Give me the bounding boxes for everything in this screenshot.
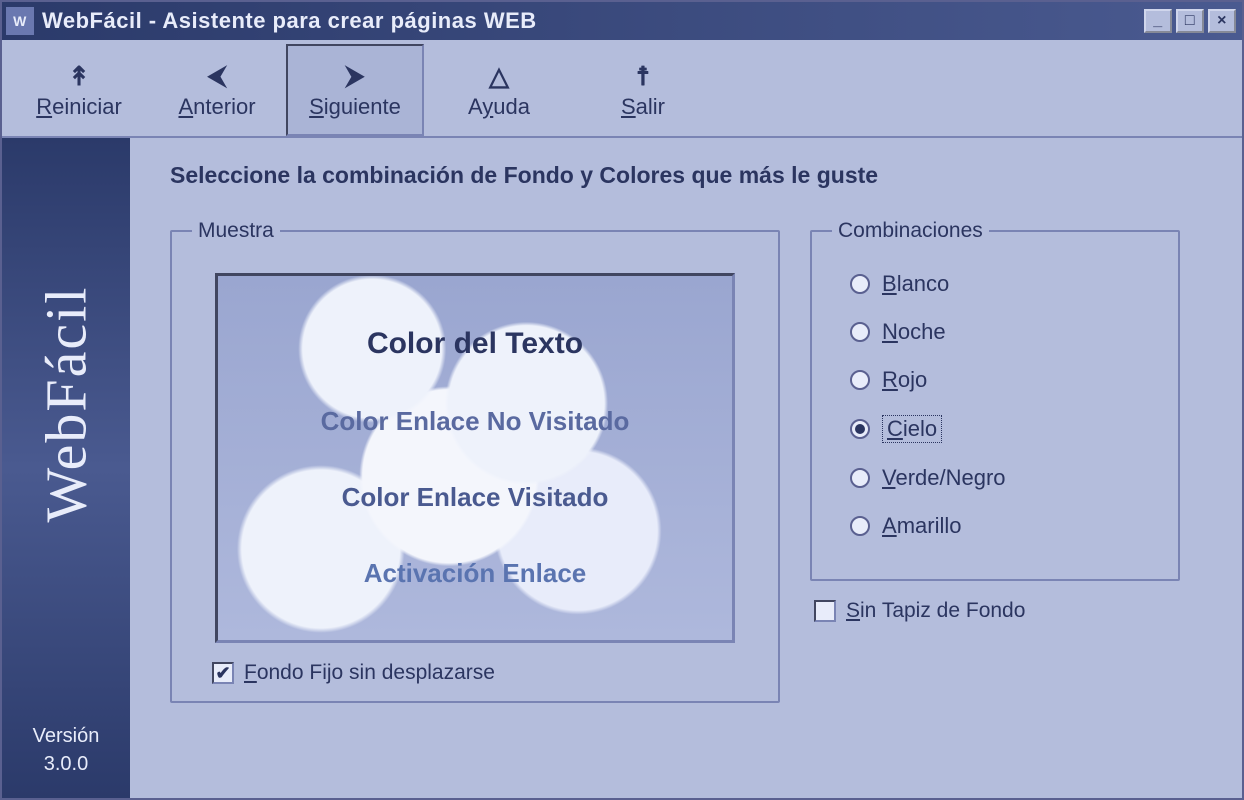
- radio-icon: [850, 468, 870, 488]
- panels-row: Muestra Color del Texto Color Enlace No …: [170, 219, 1214, 703]
- body-area: WebFácil Versión 3.0.0 Seleccione la com…: [2, 138, 1242, 798]
- page-heading: Seleccione la combinación de Fondo y Col…: [170, 162, 1214, 189]
- radio-noche[interactable]: Noche: [850, 319, 1154, 345]
- fixed-bg-label-rest: ondo Fijo sin desplazarse: [257, 661, 495, 684]
- preview-link-visited: Color Enlace Visitado: [342, 482, 609, 513]
- radio-amarillo[interactable]: Amarillo: [850, 513, 1154, 539]
- reiniciar-label-rest: einiciar: [52, 94, 122, 119]
- combinaciones-column: Combinaciones Blanco Noche: [810, 219, 1180, 703]
- preview-link-active: Activación Enlace: [364, 558, 587, 589]
- fixed-bg-row[interactable]: ✔ Fondo Fijo sin desplazarse: [212, 661, 758, 685]
- help-icon: △: [482, 62, 516, 90]
- radio-verdenegro[interactable]: Verde/Negro: [850, 465, 1154, 491]
- version-block: Versión 3.0.0: [33, 722, 100, 778]
- anterior-button[interactable]: ⮜ Anterior: [148, 44, 286, 136]
- version-label: Versión: [33, 722, 100, 750]
- window-title: WebFácil - Asistente para crear páginas …: [42, 8, 1140, 34]
- preview-text-color: Color del Texto: [367, 327, 583, 361]
- titlebar: W WebFácil - Asistente para crear página…: [2, 2, 1242, 40]
- ayuda-button[interactable]: △ Ayuda: [424, 44, 574, 136]
- minimize-button[interactable]: _: [1144, 9, 1172, 33]
- fixed-bg-checkbox[interactable]: ✔: [212, 662, 234, 684]
- sin-tapiz-row[interactable]: Sin Tapiz de Fondo: [814, 599, 1180, 623]
- radio-blanco[interactable]: Blanco: [850, 271, 1154, 297]
- radio-icon: [850, 274, 870, 294]
- radio-icon: [850, 370, 870, 390]
- ayuda-label-rest: uda: [493, 94, 530, 119]
- radio-icon: [850, 516, 870, 536]
- app-logo: WebFácil: [40, 286, 92, 523]
- siguiente-button[interactable]: ⮞ Siguiente: [286, 44, 424, 136]
- preview-box: Color del Texto Color Enlace No Visitado…: [215, 273, 735, 643]
- content-area: Seleccione la combinación de Fondo y Col…: [130, 138, 1242, 798]
- radio-rojo[interactable]: Rojo: [850, 367, 1154, 393]
- radio-icon: [850, 322, 870, 342]
- anterior-label-rest: nterior: [193, 94, 255, 119]
- exit-icon: ☨: [626, 62, 660, 90]
- radio-list: Blanco Noche Rojo: [832, 263, 1158, 563]
- maximize-button[interactable]: □: [1176, 9, 1204, 33]
- muestra-group: Muestra Color del Texto Color Enlace No …: [170, 219, 780, 703]
- combinaciones-group: Combinaciones Blanco Noche: [810, 219, 1180, 581]
- app-window: W WebFácil - Asistente para crear página…: [0, 0, 1244, 800]
- version-value: 3.0.0: [33, 750, 100, 778]
- sin-tapiz-label-rest: in Tapiz de Fondo: [860, 599, 1025, 622]
- salir-button[interactable]: ☨ Salir: [574, 44, 712, 136]
- radio-cielo[interactable]: Cielo: [850, 415, 1154, 443]
- combinaciones-legend: Combinaciones: [832, 219, 989, 243]
- close-button[interactable]: ×: [1208, 9, 1236, 33]
- back-arrow-icon: ⮜: [200, 62, 234, 90]
- app-icon: W: [6, 7, 34, 35]
- radio-icon: [850, 419, 870, 439]
- reiniciar-button[interactable]: ↟ Reiniciar: [10, 44, 148, 136]
- siguiente-label-rest: iguiente: [324, 94, 401, 119]
- preview-link-unvisited: Color Enlace No Visitado: [321, 406, 630, 437]
- muestra-legend: Muestra: [192, 219, 280, 243]
- forward-arrow-icon: ⮞: [338, 62, 372, 90]
- salir-label-rest: alir: [636, 94, 665, 119]
- up-arrow-icon: ↟: [62, 62, 96, 90]
- sin-tapiz-checkbox[interactable]: [814, 600, 836, 622]
- toolbar: ↟ Reiniciar ⮜ Anterior ⮞ Siguiente △ Ayu…: [2, 40, 1242, 138]
- sidebar: WebFácil Versión 3.0.0: [2, 138, 130, 798]
